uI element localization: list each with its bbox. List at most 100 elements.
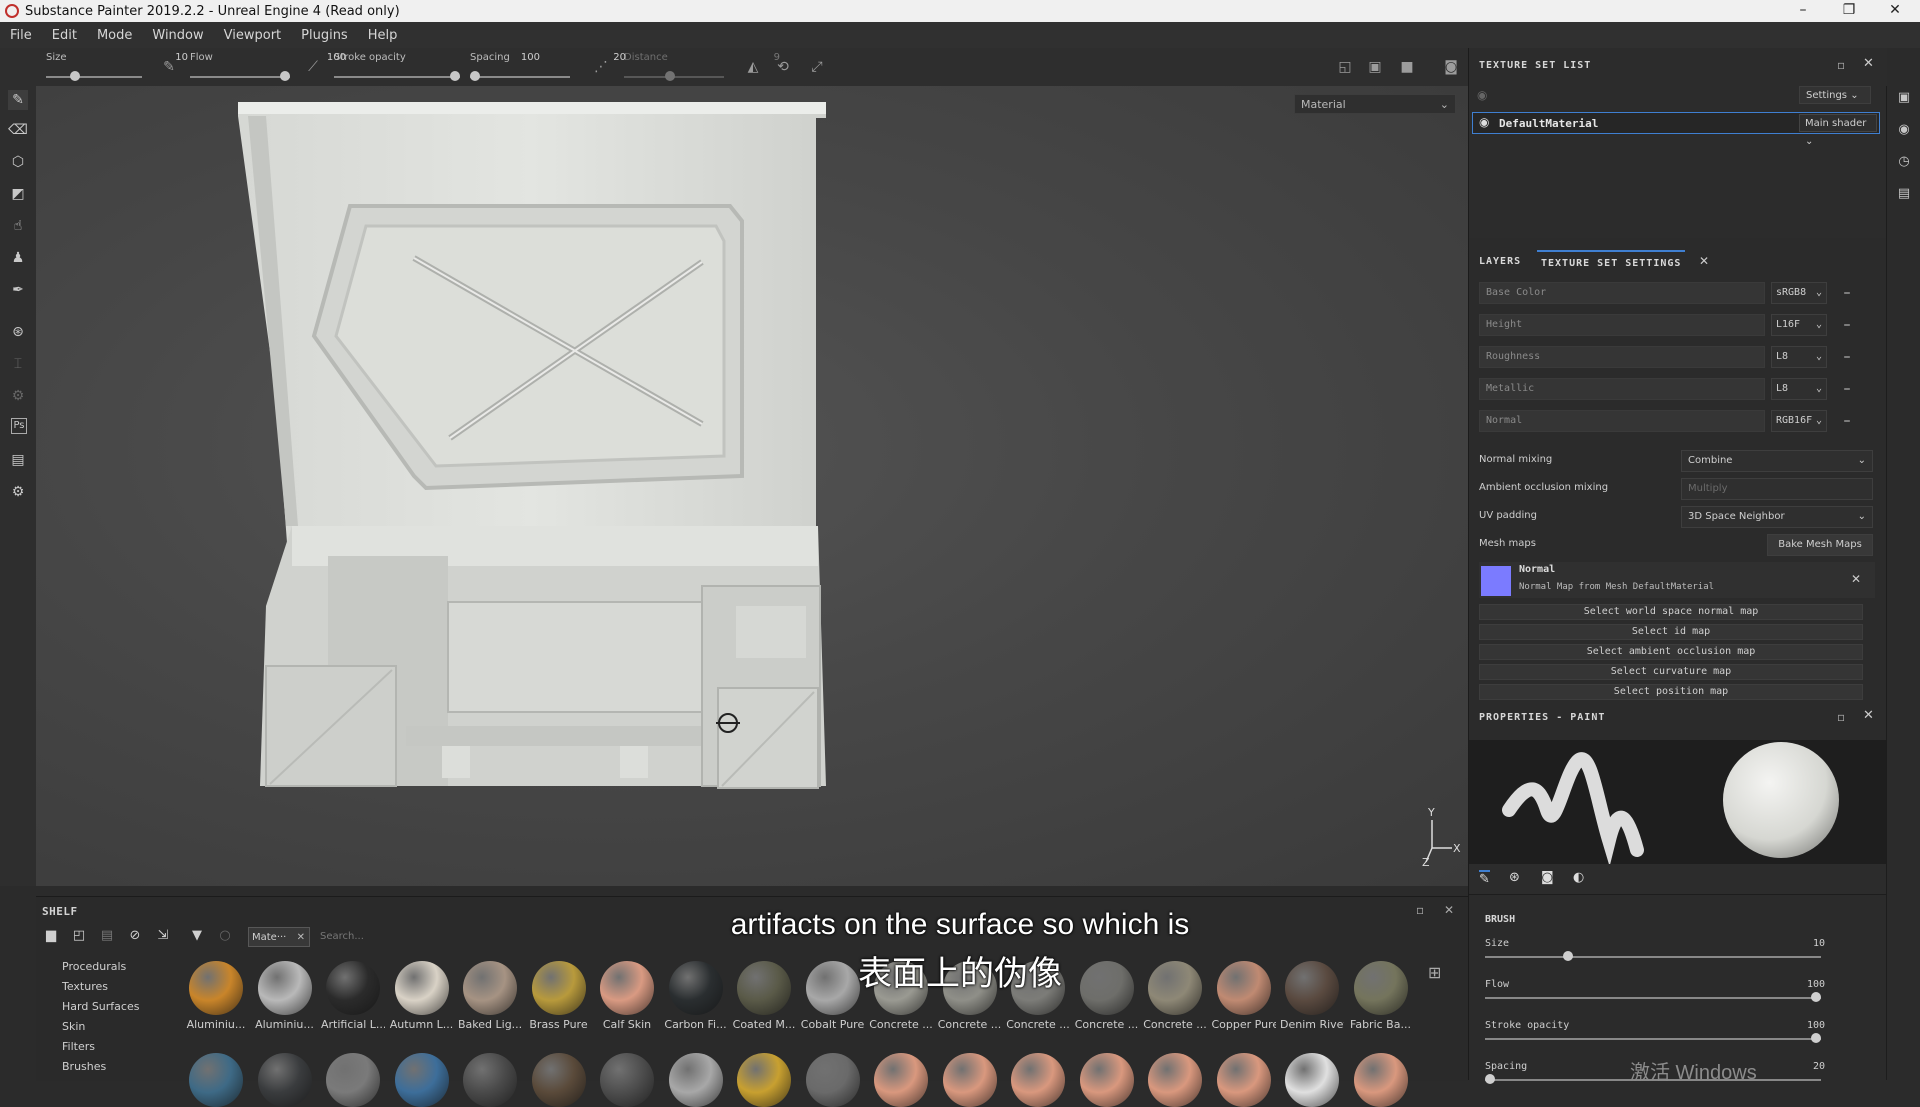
material-item[interactable]: Artificial L... [321, 961, 385, 1031]
select-map-button[interactable]: Select curvature map [1479, 664, 1863, 680]
material-item[interactable]: Concrete ... [869, 961, 933, 1031]
undock-icon[interactable]: ▫ [1416, 903, 1424, 917]
log-icon[interactable]: ▤ [1896, 186, 1912, 202]
menu-plugins[interactable]: Plugins [291, 28, 358, 43]
normal-map-slot[interactable]: Normal Normal Map from Mesh DefaultMater… [1479, 562, 1875, 598]
channel-format-select[interactable]: L16F ⌄ [1771, 314, 1827, 336]
close-icon[interactable]: ✕ [1863, 56, 1874, 71]
material-item[interactable]: Carbon Fi... [664, 961, 728, 1031]
undock-icon[interactable]: ▫ [1837, 58, 1845, 72]
remove-channel-button[interactable]: – [1839, 346, 1855, 368]
close-icon[interactable]: ✕ [1444, 903, 1454, 917]
toolbar-distance-slider[interactable]: Distance 9 [624, 50, 780, 84]
polygon-fill-icon[interactable]: ◩ [8, 184, 28, 204]
list-icon[interactable]: ▤ [98, 927, 116, 945]
material-tab-icon[interactable]: ⊛ [1509, 870, 1520, 885]
viewer-settings-icon[interactable]: ◉ [1896, 122, 1912, 138]
camera-icon[interactable]: ■ [1398, 58, 1416, 76]
remove-normal-map-icon[interactable]: ✕ [1851, 572, 1861, 586]
material-item[interactable] [458, 1053, 522, 1107]
folder-icon[interactable]: ▆ [42, 927, 60, 945]
material-item[interactable]: Brass Pure [527, 961, 591, 1031]
toolbar-size-knob[interactable] [70, 71, 81, 81]
material-item[interactable] [664, 1053, 728, 1107]
remove-channel-button[interactable]: – [1839, 410, 1855, 432]
select-map-button[interactable]: Select ambient occlusion map [1479, 644, 1863, 660]
material-item[interactable]: Concrete ... [1075, 961, 1139, 1031]
tab-texture-set-settings[interactable]: TEXTURE SET SETTINGS [1537, 250, 1686, 274]
material-item[interactable] [1212, 1053, 1276, 1107]
material-item[interactable]: Baked Lig... [458, 961, 522, 1031]
shelf-category-procedurals[interactable]: Procedurals [40, 957, 170, 977]
hide-icon[interactable]: ⊘ [126, 927, 144, 945]
material-item[interactable] [1143, 1053, 1207, 1107]
material-item[interactable]: Concrete ... [1143, 961, 1207, 1031]
clear-filter-icon[interactable]: ✕ [297, 928, 305, 948]
visibility-icon[interactable]: ◉ [1477, 88, 1487, 102]
channel-format-select[interactable]: L8 ⌄ [1771, 346, 1827, 368]
paint-tool-icon[interactable]: ✎ [8, 90, 28, 110]
material-item[interactable] [732, 1053, 796, 1107]
material-item[interactable]: Fabric Ba... [1349, 961, 1413, 1031]
material-item[interactable]: Cobalt Pure [801, 961, 865, 1031]
shelf-filter-tag[interactable]: Mate··· ✕ [248, 927, 310, 947]
material-item[interactable] [801, 1053, 865, 1107]
channel-format-select[interactable]: RGB16F ⌄ [1771, 410, 1827, 432]
3d-viewport[interactable]: Material ⌄ Y X Z [36, 86, 1468, 886]
material-item[interactable]: Calf Skin [595, 961, 659, 1031]
export-icon[interactable]: ▤ [8, 450, 28, 470]
eye-icon[interactable]: ◉ [1479, 115, 1489, 129]
brush-tab-icon[interactable]: ✎ [1479, 870, 1490, 887]
toolbar-flow-slider[interactable]: Flow 100 [190, 50, 346, 84]
material-item[interactable] [938, 1053, 1002, 1107]
display-mode-icon[interactable]: ▣ [1366, 58, 1384, 76]
shelf-category-textures[interactable]: Textures [40, 977, 170, 997]
material-item[interactable]: Autumn L... [390, 961, 454, 1031]
material-item[interactable] [390, 1053, 454, 1107]
projection-tool-icon[interactable]: ⬡ [8, 152, 28, 172]
toolbar-spacing-slider[interactable]: Spacing 20 [470, 50, 626, 84]
brush-slider-knob[interactable] [1811, 1033, 1821, 1043]
undock-icon[interactable]: ▫ [1837, 710, 1845, 724]
new-tab-icon[interactable]: ◰ [70, 927, 88, 945]
shelf-category-filters[interactable]: Filters [40, 1037, 170, 1057]
channel-name[interactable]: Base Color [1479, 282, 1765, 304]
close-button[interactable]: ✕ [1872, 0, 1918, 22]
menu-edit[interactable]: Edit [42, 28, 87, 43]
menu-window[interactable]: Window [142, 28, 213, 43]
tab-layers[interactable]: LAYERS [1479, 250, 1521, 274]
photoshop-export-icon[interactable]: Ps [11, 418, 27, 434]
toolbar-stroke-opacity-knob[interactable] [450, 71, 460, 81]
material-item[interactable]: Aluminiu... [184, 961, 248, 1031]
clone-tool-icon[interactable]: ♟ [8, 248, 28, 268]
brush-slider[interactable]: Flow 100 [1485, 979, 1875, 1013]
menu-file[interactable]: File [0, 28, 42, 43]
settings-icon[interactable]: ⚙ [8, 386, 28, 406]
lazy-mouse-icon[interactable]: ⋰ [592, 58, 610, 76]
material-item[interactable] [1349, 1053, 1413, 1107]
bake-mesh-maps-button[interactable]: Bake Mesh Maps [1767, 534, 1873, 556]
color-picker-icon[interactable]: ✒ [8, 280, 28, 300]
material-item[interactable]: Coated M... [732, 961, 796, 1031]
refresh-icon[interactable]: ○ [216, 927, 234, 945]
uv-padding-select[interactable]: 3D Space Neighbor ⌄ [1681, 506, 1873, 528]
toolbar-size-slider[interactable]: Size 10 [46, 50, 188, 84]
material-item[interactable]: Copper Pure [1212, 961, 1276, 1031]
shelf-search-input[interactable]: Search... [320, 927, 500, 947]
eraser-tool-icon[interactable]: ⌫ [8, 120, 28, 140]
toolbar-flow-knob[interactable] [280, 71, 290, 81]
flow-pressure-icon[interactable]: ⟋ [304, 58, 322, 76]
toolbar-stroke-opacity-slider[interactable]: Stroke opacity 100 [334, 50, 540, 84]
brush-pressure-icon[interactable]: ✎ [160, 58, 178, 76]
fill-projection-icon[interactable]: ⤢ [808, 58, 826, 76]
history-icon[interactable]: ◷ [1896, 154, 1912, 170]
brush-slider-knob[interactable] [1485, 1074, 1495, 1084]
plugin-icon[interactable]: ⚙ [8, 482, 28, 502]
filter-icon[interactable]: ▼ [188, 927, 206, 945]
brush-slider[interactable]: Size 10 [1485, 938, 1875, 972]
material-item[interactable] [1075, 1053, 1139, 1107]
select-map-button[interactable]: Select id map [1479, 624, 1863, 640]
material-item[interactable] [253, 1053, 317, 1107]
brush-slider[interactable]: Stroke opacity 100 [1485, 1020, 1875, 1054]
normal-mixing-select[interactable]: Combine ⌄ [1681, 450, 1873, 472]
